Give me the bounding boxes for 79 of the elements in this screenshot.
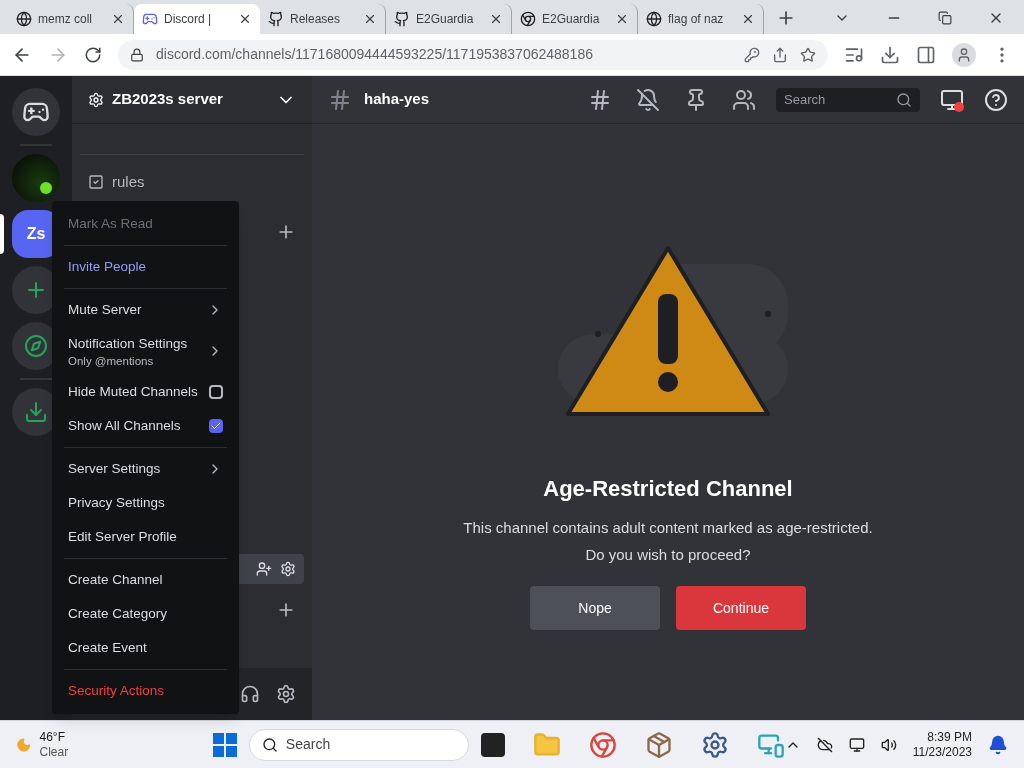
compass-icon	[24, 334, 48, 358]
chrome-icon[interactable]	[588, 730, 617, 759]
close-tab-icon[interactable]	[238, 12, 252, 26]
menu-item[interactable]: Hide Muted Channels	[60, 375, 231, 409]
server-icon[interactable]	[12, 154, 60, 202]
selection-pill	[0, 214, 4, 254]
checkbox[interactable]	[209, 419, 223, 433]
lock-icon	[130, 47, 144, 62]
continue-button[interactable]: Continue	[676, 586, 806, 630]
tab-favicon-icon	[16, 11, 32, 27]
cloud-off-icon[interactable]	[816, 736, 833, 753]
task-view-icon[interactable]	[480, 732, 505, 757]
start-icon[interactable]	[212, 732, 237, 757]
menu-item[interactable]: Create Channel	[60, 563, 231, 597]
address-bar[interactable]: discord.com/channels/1171680094444593225/1171953837062488186	[118, 39, 828, 70]
menu-item[interactable]: Notification Settings Only @mentions	[60, 327, 231, 375]
close-tab-icon[interactable]	[111, 12, 125, 26]
tab-favicon-icon	[520, 11, 536, 27]
help-icon[interactable]	[984, 87, 1008, 112]
search-icon	[261, 736, 278, 753]
close-tab-icon[interactable]	[363, 12, 377, 26]
clock-date: 11/23/2023	[912, 744, 972, 760]
close-tab-icon[interactable]	[741, 12, 755, 26]
search-field[interactable]: Search	[776, 87, 920, 112]
bookmark-star-icon[interactable]	[800, 46, 816, 63]
side-panel-icon[interactable]	[916, 44, 936, 65]
gate-message: This channel contains adult content marked as age-restricted.	[463, 518, 873, 538]
threads-icon[interactable]	[588, 87, 612, 112]
menu-item[interactable]: Invite People	[60, 250, 231, 284]
channel-item[interactable]: rules	[80, 167, 304, 198]
gate-question: Do you wish to proceed?	[585, 544, 751, 565]
home-button[interactable]	[12, 88, 60, 136]
package-icon[interactable]	[644, 730, 673, 759]
weather-condition: Clear	[39, 744, 70, 760]
taskbar-search-field[interactable]: Search	[248, 728, 469, 761]
hash-icon	[328, 87, 352, 112]
clock-time: 8:39 PM	[927, 729, 972, 745]
menu-item[interactable]: Create Event	[60, 631, 231, 665]
network-icon[interactable]	[848, 736, 865, 753]
gear-icon	[280, 561, 296, 577]
close-tab-icon[interactable]	[615, 12, 629, 26]
notifications-icon[interactable]	[636, 87, 660, 112]
profile-icon[interactable]	[952, 42, 976, 67]
download-icon[interactable]	[880, 44, 900, 65]
key-icon[interactable]	[744, 46, 760, 63]
invite-icon	[256, 561, 272, 577]
members-icon[interactable]	[732, 87, 756, 112]
tab-favicon-icon	[268, 11, 284, 27]
volume-icon[interactable]	[880, 736, 897, 753]
rules-icon	[88, 174, 104, 191]
menu-item[interactable]: Show All Channels	[60, 409, 231, 443]
menu-item[interactable]: Mute Server	[60, 293, 231, 327]
notification-bell-icon[interactable]	[988, 734, 1008, 755]
gear-icon	[88, 91, 104, 108]
menu-item[interactable]: Server Settings	[60, 452, 231, 486]
search-icon	[896, 91, 912, 108]
temperature: 46°F	[39, 729, 66, 745]
settings-icon[interactable]	[700, 730, 729, 759]
reload-icon[interactable]	[84, 45, 102, 64]
tab-favicon-icon	[646, 11, 662, 27]
browser-tab[interactable]: Discord |	[134, 4, 260, 34]
share-icon[interactable]	[772, 46, 788, 63]
menu-item[interactable]: Edit Server Profile	[60, 520, 231, 554]
menu-item[interactable]: Mark As Read	[60, 207, 231, 241]
close-tab-icon[interactable]	[489, 12, 503, 26]
restore-icon[interactable]	[938, 11, 952, 25]
menu-item[interactable]: Privacy Settings	[60, 486, 231, 520]
gate-title: Age-Restricted Channel	[543, 475, 793, 503]
cancel-button[interactable]: Nope	[530, 586, 660, 630]
tab-favicon-icon	[394, 11, 410, 27]
checkbox[interactable]	[209, 385, 223, 399]
menu-item[interactable]: Security Actions	[60, 674, 231, 708]
headphones-icon[interactable]	[240, 684, 260, 704]
tab-favicon-icon	[142, 11, 158, 27]
download-icon	[24, 400, 48, 424]
menu-item[interactable]: Create Category	[60, 597, 231, 631]
inbox-icon[interactable]	[940, 87, 964, 112]
settings-icon[interactable]	[276, 684, 296, 704]
channel-title: haha-yes	[364, 89, 431, 110]
